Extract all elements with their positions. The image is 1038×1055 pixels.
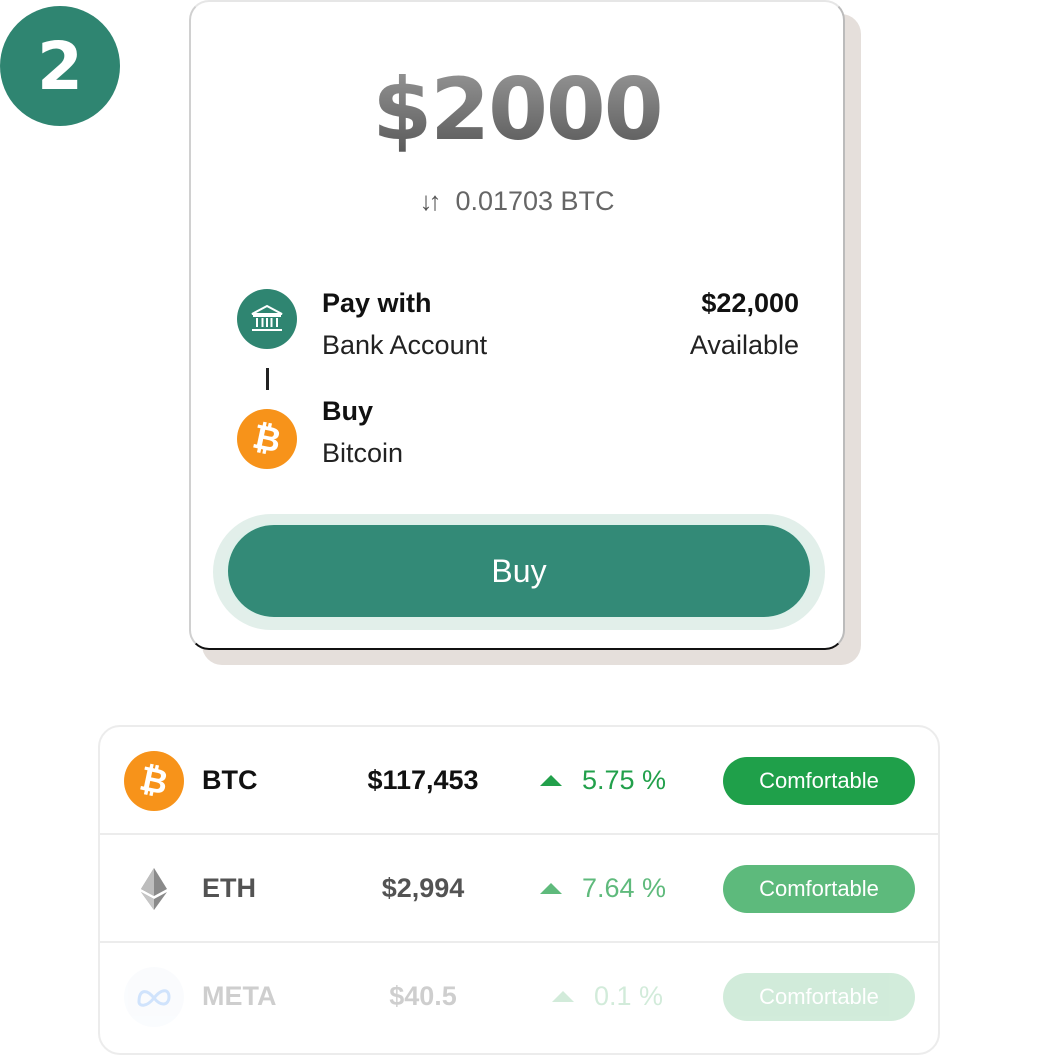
payment-method[interactable]: Bank Account [322,330,487,361]
asset-change-value: 7.64 % [582,873,667,903]
ethereum-icon [124,859,184,919]
pay-with-label: Pay with [322,288,432,318]
order-amount[interactable]: $2000 [191,60,843,160]
step-number-badge: 2 [0,6,120,126]
buy-label: Buy [322,396,374,426]
asset-price: $2,994 [381,873,465,903]
arrow-up-icon [540,883,562,894]
asset-price: $117,453 [367,765,479,795]
asset-symbol: ETH [202,873,256,903]
asset-list: ₿ BTC $117,453 5.75 % Comfortable ETH $2… [98,725,940,1055]
asset-change-value: 5.75 % [582,765,667,795]
step-number: 2 [37,27,83,105]
bitcoin-icon: ₿ [124,751,184,811]
arrow-up-icon [540,775,562,786]
asset-change: 0.1 % [552,981,663,1012]
buy-order-card: $2000 ↓↑ 0.01703 BTC Pay with Bank Accou… [189,0,845,650]
bitcoin-icon: ₿ [237,409,297,469]
swap-arrows-icon[interactable]: ↓↑ [419,186,441,217]
status-badge[interactable]: Comfortable [723,757,915,805]
buy-asset[interactable]: Bitcoin [322,438,403,469]
asset-change: 7.64 % [540,873,666,904]
status-badge[interactable]: Comfortable [723,973,915,1021]
asset-row[interactable]: META $40.5 0.1 % Comfortable [100,943,938,1051]
status-badge[interactable]: Comfortable [723,865,915,913]
conversion-amount: 0.01703 BTC [455,186,615,216]
asset-row[interactable]: ETH $2,994 7.64 % Comfortable [100,835,938,943]
asset-symbol: META [202,981,277,1011]
available-balance: $22,000 [701,288,799,318]
asset-price: $40.5 [389,981,457,1011]
asset-symbol: BTC [202,765,258,795]
arrow-up-icon [552,991,574,1002]
bank-icon [237,289,297,349]
connector-line [266,368,269,390]
conversion-row: ↓↑ 0.01703 BTC [191,186,843,217]
available-label: Available [689,330,799,360]
asset-row[interactable]: ₿ BTC $117,453 5.75 % Comfortable [100,727,938,835]
meta-icon [124,967,184,1027]
buy-button[interactable]: Buy [225,522,813,620]
asset-change: 5.75 % [540,765,666,796]
asset-change-value: 0.1 % [594,981,664,1011]
